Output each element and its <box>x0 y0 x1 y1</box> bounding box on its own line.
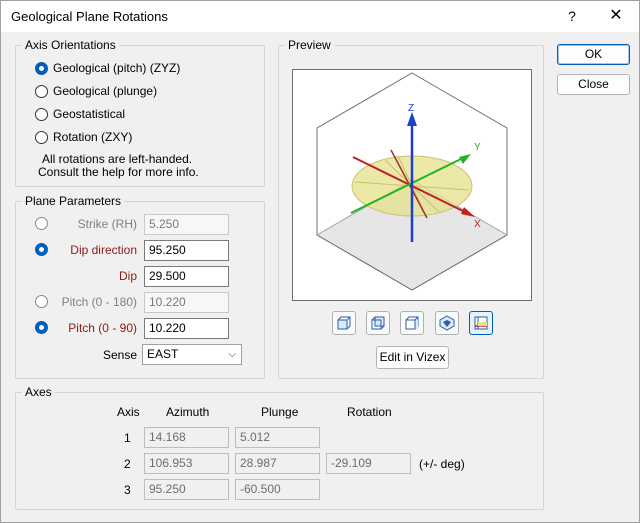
option-label: Rotation (ZXY) <box>53 130 133 144</box>
ok-button[interactable]: OK <box>557 44 630 65</box>
view-iso-icon <box>371 316 385 330</box>
axis-number: 3 <box>124 483 131 497</box>
radio-pitch-180[interactable] <box>35 295 48 308</box>
header-azimuth: Azimuth <box>166 405 210 419</box>
preview-legend: Preview <box>285 38 334 52</box>
window-title: Geological Plane Rotations <box>11 9 168 24</box>
view-front-icon <box>337 316 351 330</box>
rotation-field[interactable]: -29.109 <box>326 453 411 474</box>
preview-canvas[interactable]: Z Y X <box>292 69 532 301</box>
radio-pitch-90[interactable] <box>35 321 48 334</box>
y-arrow-head <box>459 154 471 164</box>
header-axis: Axis <box>117 405 140 419</box>
dip-direction-label: Dip direction <box>70 243 137 257</box>
dip-label: Dip <box>118 269 137 283</box>
view-rotate-button[interactable] <box>435 311 459 335</box>
azimuth-field[interactable]: 95.250 <box>144 479 229 500</box>
sense-label: Sense <box>102 348 137 362</box>
chevron-down-icon: ⌵ <box>228 349 236 360</box>
view-side-button[interactable] <box>400 311 424 335</box>
rotation-note-1: All rotations are left-handed. <box>42 152 193 166</box>
azimuth-field[interactable]: 106.953 <box>144 453 229 474</box>
edit-in-vizex-button[interactable]: Edit in Vizex <box>376 346 449 369</box>
header-plunge: Plunge <box>261 405 299 419</box>
pitch-180-label: Pitch (0 - 180) <box>61 295 137 309</box>
sense-value: EAST <box>147 347 179 361</box>
view-side-icon <box>405 316 419 330</box>
preview-3d-view: Z Y X <box>316 72 508 291</box>
axis-number: 2 <box>124 457 131 471</box>
pitch-180-field[interactable]: 10.220 <box>144 292 229 313</box>
radio-dip-direction[interactable] <box>35 243 48 256</box>
radio-geological-plunge[interactable] <box>35 85 48 98</box>
plunge-field[interactable]: 5.012 <box>235 427 320 448</box>
help-icon[interactable]: ? <box>560 5 584 27</box>
rotation-note-2: Consult the help for more info. <box>38 165 199 179</box>
view-front-button[interactable] <box>332 311 356 335</box>
z-arrow-head <box>407 112 417 126</box>
option-label: Geological (plunge) <box>53 84 158 98</box>
view-rotate-icon <box>439 315 455 331</box>
close-button[interactable]: Close <box>557 74 630 95</box>
axes-legend: Axes <box>22 385 55 399</box>
axis-number: 1 <box>124 431 131 445</box>
x-axis-label: X <box>474 219 481 230</box>
dip-direction-field[interactable]: 95.250 <box>144 240 229 261</box>
plane-parameters-legend: Plane Parameters <box>22 194 125 208</box>
option-label: Geostatistical <box>53 107 126 121</box>
view-plane-icon <box>474 316 488 330</box>
dialog-window: Geological Plane Rotations ? ✕ Axis Orie… <box>0 0 640 523</box>
strike-field[interactable]: 5.250 <box>144 214 229 235</box>
y-axis-label: Y <box>474 142 481 153</box>
dip-field[interactable]: 29.500 <box>144 266 229 287</box>
option-label: Geological (pitch) (ZYZ) <box>53 61 181 75</box>
radio-geostatistical[interactable] <box>35 108 48 121</box>
view-iso-button[interactable] <box>366 311 390 335</box>
plunge-field[interactable]: 28.987 <box>235 453 320 474</box>
header-rotation: Rotation <box>347 405 392 419</box>
radio-geological-pitch[interactable] <box>35 62 48 75</box>
close-icon[interactable]: ✕ <box>601 5 631 27</box>
pitch-90-field[interactable]: 10.220 <box>144 318 229 339</box>
radio-rotation-zxy[interactable] <box>35 131 48 144</box>
sense-select[interactable]: EAST ⌵ <box>142 344 242 365</box>
pitch-90-label: Pitch (0 - 90) <box>68 321 137 335</box>
rotation-unit: (+/- deg) <box>419 457 465 471</box>
title-bar: Geological Plane Rotations ? ✕ <box>1 1 639 32</box>
axis-orientations-legend: Axis Orientations <box>22 38 119 52</box>
strike-label: Strike (RH) <box>77 217 137 231</box>
plunge-field[interactable]: -60.500 <box>235 479 320 500</box>
z-axis-label: Z <box>408 103 414 114</box>
radio-strike[interactable] <box>35 217 48 230</box>
view-plane-button[interactable] <box>469 311 493 335</box>
azimuth-field[interactable]: 14.168 <box>144 427 229 448</box>
